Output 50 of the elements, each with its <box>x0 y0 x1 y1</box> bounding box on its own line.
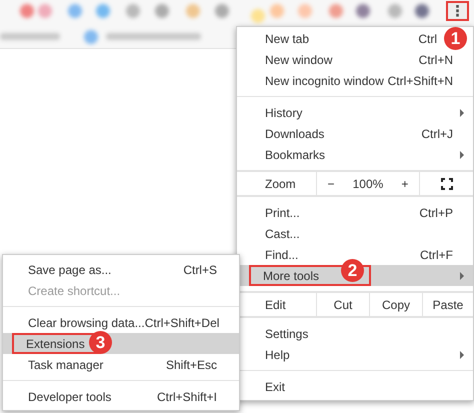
bookmark-icon[interactable] <box>155 4 169 18</box>
shortcut-label: Ctrl+Shift+N <box>388 74 453 88</box>
bookmark-icon[interactable] <box>96 4 110 18</box>
zoom-in-button[interactable]: + <box>398 176 412 190</box>
menu-item[interactable]: New incognito window Ctrl+Shift+N <box>237 70 473 91</box>
menu-item[interactable]: Downloads Ctrl+J <box>237 123 473 144</box>
shortcut-label: Ctrl+S <box>183 262 217 276</box>
edit-action-button[interactable]: Cut <box>330 298 356 312</box>
bookmark-icon[interactable] <box>329 4 343 18</box>
shortcut-label: Ctrl+F <box>420 248 453 262</box>
bookmark-icon[interactable] <box>415 4 429 18</box>
zoom-label: Zoom <box>264 176 297 192</box>
shortcut-label: Ctrl+Shift+I <box>156 390 217 404</box>
shortcut-label: Ctrl+P <box>419 206 453 220</box>
menu-item[interactable]: Save page as... Ctrl+S <box>3 259 239 280</box>
blurred-bookmark[interactable] <box>106 33 201 40</box>
bookmark-icon[interactable] <box>20 4 34 18</box>
blurred-bookmark[interactable] <box>0 33 60 40</box>
menu-button[interactable]: ⋮ <box>446 1 469 21</box>
zoom-out-button[interactable]: − <box>324 176 338 190</box>
bookmark-icon[interactable] <box>356 4 370 18</box>
menu-item[interactable]: New window Ctrl+N <box>237 49 473 70</box>
bookmark-icon[interactable] <box>84 30 98 44</box>
bookmark-icon[interactable] <box>186 4 200 18</box>
edit-label: Edit <box>264 296 287 314</box>
menu-item[interactable]: History <box>237 102 473 123</box>
menu-item[interactable]: Help <box>237 344 473 365</box>
bookmark-icon[interactable] <box>215 4 229 18</box>
bookmark-icon[interactable] <box>38 4 52 18</box>
menu-item[interactable]: Print... Ctrl+P <box>237 202 473 223</box>
shortcut-label: Ctrl <box>418 32 437 46</box>
menu-item[interactable]: Developer tools Ctrl+Shift+I <box>3 386 239 407</box>
menu-item[interactable]: Exit <box>237 376 473 397</box>
edit-action-button[interactable]: Paste <box>430 298 466 312</box>
menu-item[interactable]: Cast... <box>237 223 473 244</box>
bookmark-icon[interactable] <box>388 4 402 18</box>
menu-item[interactable]: Task manager Shift+Esc <box>3 354 239 375</box>
shortcut-label: Ctrl+Shift+Del <box>144 316 220 330</box>
bookmark-icon[interactable] <box>126 4 140 18</box>
shortcut-label: Ctrl+J <box>421 126 453 140</box>
menu-item[interactable]: Settings <box>237 323 473 344</box>
shortcut-label: Ctrl+N <box>418 52 453 66</box>
menu-item[interactable]: Clear browsing data...Ctrl+Shift+Del <box>3 312 239 333</box>
zoom-value: 100% <box>352 176 384 190</box>
bookmark-icon[interactable] <box>68 4 82 18</box>
edit-action-button[interactable]: Copy <box>378 298 413 312</box>
menu-item[interactable]: Bookmarks <box>237 144 473 165</box>
shortcut-label: Shift+Esc <box>166 358 217 372</box>
fullscreen-icon[interactable] <box>440 178 452 190</box>
menu-item[interactable]: New tab Ctrl <box>237 28 437 49</box>
